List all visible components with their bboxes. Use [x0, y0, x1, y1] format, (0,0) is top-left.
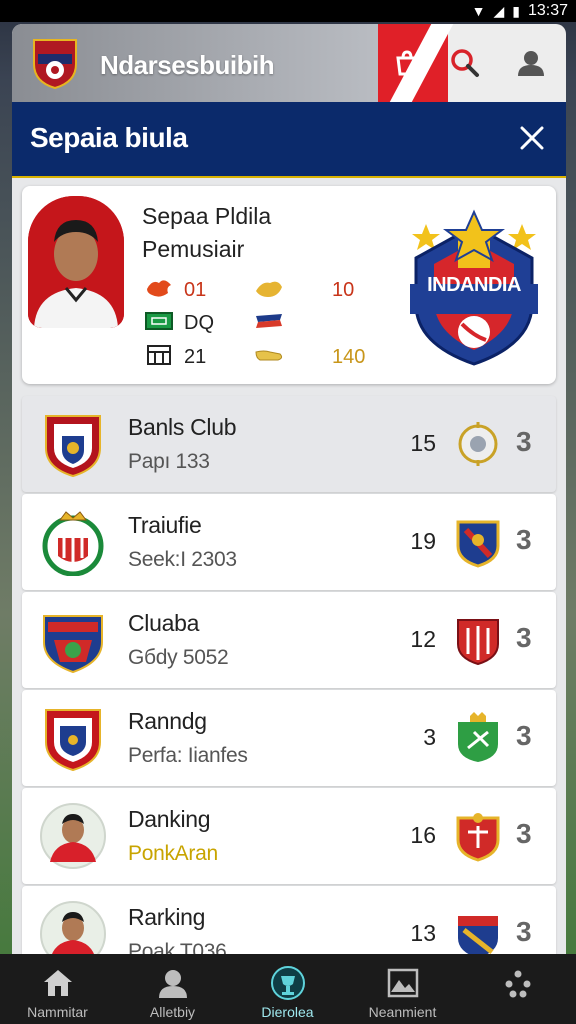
player-avatar: [40, 803, 106, 869]
nav-label: Neanmient: [368, 1004, 437, 1020]
fire-icon: [147, 280, 171, 297]
row-value: 3: [423, 724, 436, 750]
nav-more[interactable]: [460, 954, 575, 1024]
club-badge-icon: [42, 511, 104, 576]
stat-value-1: 10: [332, 279, 355, 301]
club-badge-icon: [45, 709, 101, 772]
search-button[interactable]: [444, 42, 486, 84]
club-badge-icon: [458, 916, 498, 958]
crest-text: INDANDIA: [427, 274, 521, 296]
home-icon: [44, 970, 72, 996]
user-icon: [518, 51, 544, 76]
row-sub: Perfa: Iianfes: [128, 744, 248, 767]
row-name: Banls Club: [128, 414, 237, 440]
row-value: 19: [410, 528, 436, 554]
stat-goals: 01: [184, 279, 207, 301]
battery-icon: ▮: [512, 2, 520, 19]
status-time: 13:37: [527, 2, 568, 19]
row-sub: Seek:I 2303: [128, 548, 237, 571]
row-sub: Papı 133: [128, 450, 210, 473]
player-name: Sepaa Pldila Pemusiair: [142, 203, 272, 262]
nav-home[interactable]: Nammitar: [0, 954, 115, 1024]
status-bar: ▼ ◢ ▮ 13:37: [0, 0, 576, 22]
bag-icon: [396, 50, 418, 76]
row-name: Traiufie: [128, 512, 202, 538]
list-item[interactable]: Ranndg Perfa: Iianfes 3 3: [22, 690, 556, 786]
nav-profile[interactable]: Alletbiy: [115, 954, 230, 1024]
list-item[interactable]: Danking PonkAran 16 3: [22, 788, 556, 884]
club-badge-icon: [45, 415, 101, 478]
close-icon[interactable]: [514, 120, 550, 156]
row-name: Rarking: [128, 904, 206, 930]
club-badge-icon: [456, 520, 500, 568]
club-badge-icon: [456, 813, 500, 862]
row-rank: 3: [516, 720, 532, 751]
row-rank: 3: [516, 426, 532, 457]
stat-matches: 21: [184, 346, 207, 368]
trophy-icon: [271, 966, 305, 1000]
section-banner: Sepaia biula: [12, 102, 566, 180]
row-rank: 3: [516, 916, 532, 947]
app-bar: Ndarsesbuibih: [12, 24, 566, 102]
trophy-icon: [458, 422, 498, 466]
player-photo: [28, 196, 124, 328]
nav-label: Dierolea: [261, 1004, 314, 1020]
shop-button[interactable]: [386, 42, 428, 84]
list-item[interactable]: Banls Club Papı 133 15 3: [22, 396, 556, 492]
app-title: Ndarsesbuibih: [100, 50, 275, 80]
row-name: Ranndg: [128, 708, 207, 734]
stat-dq: DQ: [184, 312, 214, 334]
list-item[interactable]: Traiufie Seek:I 2303 19 3: [22, 494, 556, 590]
boot-icon: [255, 350, 283, 361]
row-value: 13: [410, 920, 436, 946]
profile-icon: [159, 970, 187, 998]
bottom-navigation: Nammitar Alletbiy Dierolea Neanmient: [0, 954, 576, 1024]
signal-icon: ◢: [493, 2, 505, 19]
row-value: 12: [410, 626, 436, 652]
nav-gallery[interactable]: Neanmient: [345, 954, 460, 1024]
pitch-icon: [145, 312, 173, 330]
row-sub: Gбdy 5052: [128, 646, 229, 669]
row-rank: 3: [516, 622, 532, 653]
content-panel: Sepaa Pldila Pemusiair 01 10 DQ 21 140 I…: [12, 178, 566, 982]
nav-label: Alletbiy: [149, 1004, 196, 1020]
row-value: 15: [410, 430, 436, 456]
list-item[interactable]: Cluaba Gбdy 5052 12 3: [22, 592, 556, 688]
wifi-icon: ▼: [471, 3, 486, 19]
club-badge-icon: [43, 615, 103, 674]
nav-competitions[interactable]: Dierolea: [230, 954, 345, 1024]
row-name: Cluaba: [128, 610, 200, 636]
stat-value-3: 140: [332, 346, 366, 368]
ball-icon: [256, 281, 282, 297]
calendar-icon: [147, 345, 171, 365]
row-rank: 3: [516, 818, 532, 849]
player-profile-card[interactable]: Sepaa Pldila Pemusiair 01 10 DQ 21 140 I…: [22, 186, 556, 384]
club-logo-icon[interactable]: [30, 34, 80, 90]
search-icon: [451, 49, 479, 77]
club-badge-icon: [457, 619, 499, 666]
banner-title: Sepaia biula: [30, 122, 188, 153]
club-badge-icon: [458, 712, 498, 762]
account-button[interactable]: [510, 42, 552, 84]
row-name: Danking: [128, 806, 211, 832]
flag-icon: [256, 314, 282, 328]
more-icon: [505, 970, 531, 998]
image-icon: [387, 968, 419, 998]
row-sub: PonkAran: [128, 842, 218, 865]
nav-label: Nammitar: [27, 1004, 88, 1020]
row-rank: 3: [516, 524, 532, 555]
row-value: 16: [410, 822, 436, 848]
